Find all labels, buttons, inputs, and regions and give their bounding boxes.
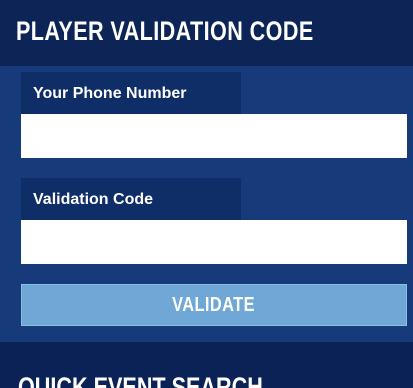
next-section-title: QUICK EVENT SEARCH [18, 372, 263, 388]
next-section-header: QUICK EVENT SEARCH [0, 342, 413, 388]
validation-code-input[interactable] [21, 220, 407, 264]
phone-label: Your Phone Number [33, 85, 187, 102]
validate-button-label: VALIDATE [172, 293, 256, 316]
code-label: Validation Code [33, 191, 154, 208]
phone-label-tab: Your Phone Number [21, 72, 241, 114]
section-title: PLAYER VALIDATION CODE [16, 16, 314, 46]
phone-number-input[interactable] [21, 114, 407, 158]
code-label-tab: Validation Code [21, 178, 241, 220]
section-header: PLAYER VALIDATION CODE [0, 0, 413, 66]
validate-button[interactable]: VALIDATE [21, 284, 407, 326]
